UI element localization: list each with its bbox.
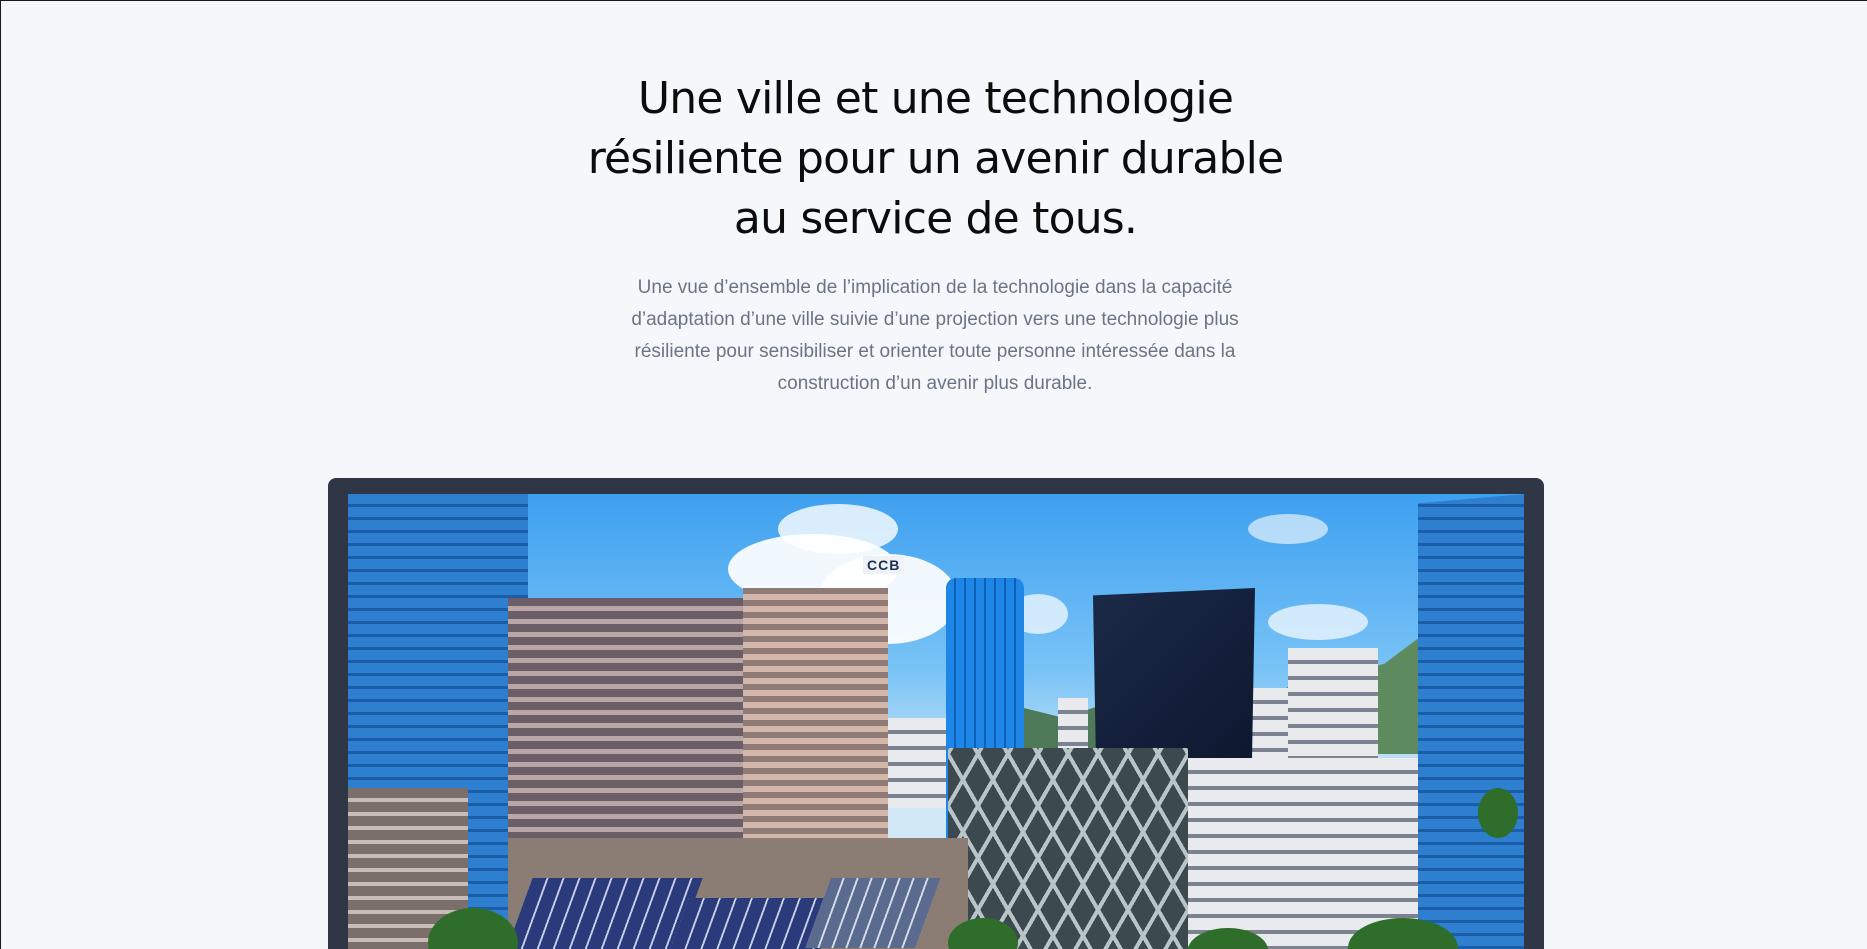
page-title: Une ville et une technologie résiliente …: [561, 69, 1310, 249]
subtitle-line-1: Une vue d’ensemble de l’implication de l…: [637, 277, 1233, 298]
subtitle-line-2: d’adaptation d’une ville suivie d’une pr…: [631, 309, 1239, 330]
subtitle-line-4: construction d’un avenir plus durable.: [777, 373, 1093, 394]
tree: [1478, 788, 1518, 838]
solar-panels: [503, 878, 703, 949]
subtitle-line-3: résiliente pour sensibiliser et orienter…: [634, 341, 1236, 362]
city-skyline-image: CCB: [348, 494, 1524, 949]
title-line-1: Une ville et une technologie: [637, 73, 1234, 124]
cloud: [1248, 514, 1328, 544]
cloud: [1268, 604, 1368, 640]
title-line-3: au service de tous.: [733, 193, 1138, 244]
image-frame: CCB: [328, 478, 1544, 949]
cloud: [778, 504, 898, 554]
hero-section: Une ville et une technologie résiliente …: [1, 1, 1867, 949]
residential-tower: [888, 718, 948, 808]
title-line-2: résiliente pour un avenir durable: [587, 133, 1284, 184]
page-subtitle: Une vue d’ensemble de l’implication de l…: [601, 272, 1269, 400]
glass-tower-right: [1418, 494, 1524, 949]
ccb-sign: CCB: [863, 556, 905, 574]
